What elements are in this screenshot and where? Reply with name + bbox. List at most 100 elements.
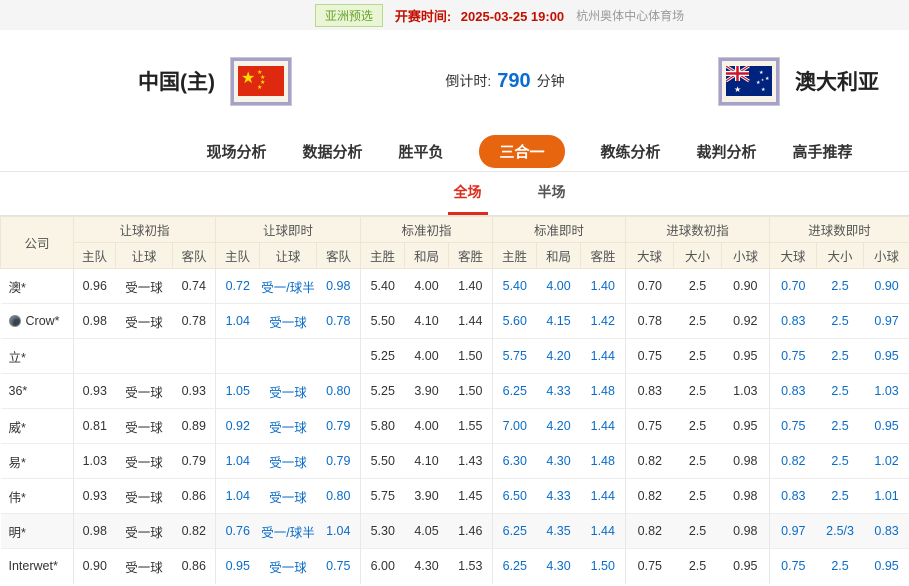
subtab-half-match[interactable]: 半场 — [532, 172, 572, 215]
odds-cell: 1.02 — [864, 444, 909, 479]
odds-cell: 1.42 — [581, 304, 626, 339]
company-cell[interactable]: Interwet* — [1, 549, 74, 584]
odds-cell: 0.90 — [864, 269, 909, 304]
odds-cell: 4.33 — [537, 479, 581, 514]
odds-cell: 2.5 — [674, 304, 722, 339]
subtab-full-match[interactable]: 全场 — [448, 172, 488, 215]
home-flag-box: ★ ★ ★ ★ ★ — [231, 58, 291, 105]
odds-cell: 0.79 — [173, 444, 216, 479]
odds-cell — [173, 339, 216, 374]
table-row: 威*0.81受一球0.890.92受一球0.795.804.001.557.00… — [1, 409, 909, 444]
odds-cell: 1.50 — [449, 374, 493, 409]
tab-expert-picks[interactable]: 高手推荐 — [793, 141, 853, 162]
odds-cell: 受一球 — [260, 479, 317, 514]
company-cell[interactable]: 威* — [1, 409, 74, 444]
odds-cell: 3.90 — [405, 479, 449, 514]
odds-cell: 5.80 — [361, 409, 405, 444]
odds-cell: 0.98 — [722, 479, 770, 514]
odds-cell: 0.82 — [173, 514, 216, 549]
odds-cell: 受一/球半 — [260, 514, 317, 549]
odds-cell: 5.50 — [361, 444, 405, 479]
odds-cell: 4.00 — [537, 269, 581, 304]
odds-cell: 受一球 — [260, 409, 317, 444]
odds-table-body: 澳*0.96受一球0.740.72受一/球半0.985.404.001.405.… — [1, 269, 909, 584]
odds-cell: 1.53 — [449, 549, 493, 584]
table-row: Crow*0.98受一球0.781.04受一球0.785.504.101.445… — [1, 304, 909, 339]
odds-cell: 0.78 — [317, 304, 361, 339]
company-cell[interactable]: 立* — [1, 339, 74, 374]
company-cell[interactable]: Crow* — [1, 304, 74, 339]
odds-cell: 受一球 — [116, 479, 173, 514]
countdown-unit: 分钟 — [537, 71, 565, 91]
sub-header-row: 主队 让球 客队 主队 让球 客队 主胜 和局 客胜 主胜 和局 客胜 大球 大… — [1, 243, 909, 269]
odds-cell: 0.90 — [74, 549, 116, 584]
col-header: 让球 — [116, 243, 173, 269]
group-standard-initial: 标准初指 — [361, 217, 493, 243]
odds-cell: 2.5 — [674, 374, 722, 409]
odds-cell: 0.83 — [770, 479, 817, 514]
odds-cell: 受一/球半 — [260, 269, 317, 304]
odds-cell: 1.50 — [581, 549, 626, 584]
league-badge[interactable]: 亚洲预选 — [315, 4, 383, 27]
tab-three-in-one[interactable]: 三合一 — [479, 135, 564, 168]
tab-coach-analysis[interactable]: 教练分析 — [601, 141, 661, 162]
svg-text:★: ★ — [759, 70, 764, 76]
tab-referee-analysis[interactable]: 裁判分析 — [697, 141, 757, 162]
odds-cell: 0.80 — [317, 479, 361, 514]
odds-cell: 0.92 — [216, 409, 260, 444]
col-header: 客胜 — [449, 243, 493, 269]
tab-win-draw-lose[interactable]: 胜平负 — [398, 141, 443, 162]
odds-cell: 2.5 — [674, 339, 722, 374]
tab-live-analysis[interactable]: 现场分析 — [206, 141, 266, 162]
col-header: 客队 — [173, 243, 216, 269]
table-row: Interwet*0.90受一球0.860.95受一球0.756.004.301… — [1, 549, 909, 584]
odds-cell: 4.30 — [405, 549, 449, 584]
company-cell[interactable]: 易* — [1, 444, 74, 479]
odds-cell: 0.98 — [317, 269, 361, 304]
company-cell[interactable]: 澳* — [1, 269, 74, 304]
odds-cell: 0.74 — [173, 269, 216, 304]
odds-cell: 2.5 — [817, 479, 864, 514]
odds-cell: 1.03 — [74, 444, 116, 479]
odds-cell: 5.75 — [493, 339, 537, 374]
odds-cell: 0.79 — [317, 444, 361, 479]
company-cell[interactable]: 明* — [1, 514, 74, 549]
analysis-nav: 现场分析 数据分析 胜平负 三合一 教练分析 裁判分析 高手推荐 — [0, 132, 909, 172]
odds-cell: 1.44 — [581, 514, 626, 549]
col-header: 和局 — [537, 243, 581, 269]
odds-cell: 0.86 — [173, 549, 216, 584]
odds-cell: 0.98 — [722, 514, 770, 549]
odds-cell: 1.44 — [581, 409, 626, 444]
col-header: 大小 — [674, 243, 722, 269]
svg-text:★: ★ — [761, 78, 764, 82]
odds-cell: 4.00 — [405, 409, 449, 444]
odds-cell: 6.25 — [493, 514, 537, 549]
odds-cell: 1.46 — [449, 514, 493, 549]
odds-cell: 1.45 — [449, 479, 493, 514]
odds-cell: 7.00 — [493, 409, 537, 444]
odds-cell: 受一球 — [116, 549, 173, 584]
svg-text:★: ★ — [257, 84, 262, 91]
odds-cell: 受一球 — [116, 269, 173, 304]
odds-cell: 0.92 — [722, 304, 770, 339]
col-header: 大球 — [770, 243, 817, 269]
col-header: 让球 — [260, 243, 317, 269]
odds-cell: 0.82 — [626, 514, 674, 549]
table-row: 易*1.03受一球0.791.04受一球0.795.504.101.436.30… — [1, 444, 909, 479]
bookmaker-icon — [9, 315, 21, 327]
company-cell[interactable]: 36* — [1, 374, 74, 409]
odds-cell: 2.5 — [674, 444, 722, 479]
company-cell[interactable]: 伟* — [1, 479, 74, 514]
odds-cell: 0.95 — [722, 339, 770, 374]
odds-cell: 0.75 — [770, 339, 817, 374]
odds-cell: 4.30 — [537, 444, 581, 479]
odds-cell: 4.35 — [537, 514, 581, 549]
col-header: 客队 — [317, 243, 361, 269]
odds-cell: 1.05 — [216, 374, 260, 409]
svg-text:★: ★ — [734, 85, 741, 94]
tab-data-analysis[interactable]: 数据分析 — [302, 141, 362, 162]
odds-cell: 2.5 — [674, 514, 722, 549]
odds-cell: 0.93 — [173, 374, 216, 409]
odds-cell: 0.98 — [74, 304, 116, 339]
odds-cell: 2.5 — [674, 549, 722, 584]
